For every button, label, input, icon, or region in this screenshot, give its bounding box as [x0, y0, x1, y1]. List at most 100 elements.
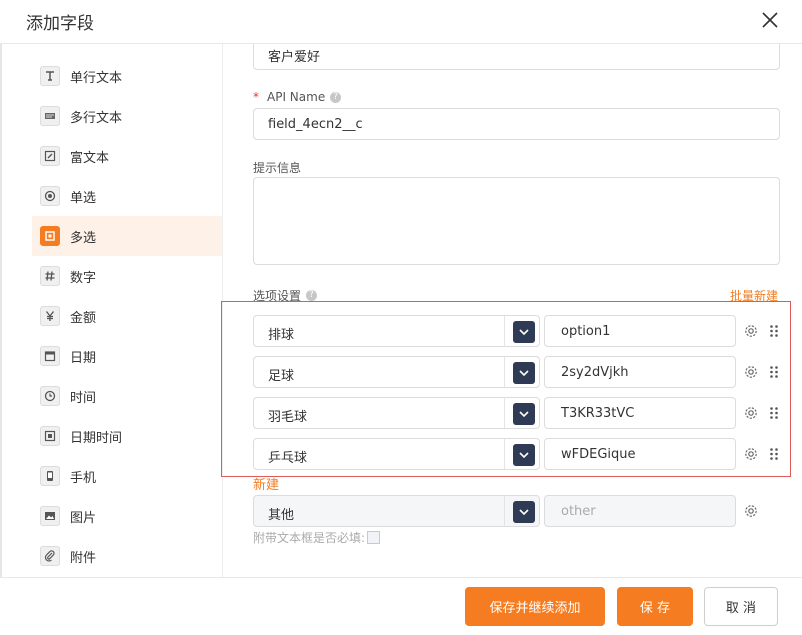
option-settings-button[interactable] — [744, 447, 758, 461]
help-icon[interactable]: ? — [330, 91, 342, 103]
gear-icon — [745, 325, 757, 337]
dialog-left-edge — [0, 44, 2, 577]
attach-required-checkbox[interactable] — [367, 531, 381, 544]
dropdown-button[interactable] — [513, 362, 535, 384]
date-icon — [40, 346, 60, 366]
chevron-down-icon — [519, 452, 529, 459]
sidebar-item-label: 多行文本 — [70, 110, 123, 126]
drag-handle[interactable] — [769, 365, 779, 379]
datetime-icon — [40, 426, 60, 446]
sidebar-item-time[interactable]: 时间 — [32, 376, 222, 416]
option-settings-button[interactable] — [744, 406, 758, 420]
save-and-continue-button[interactable]: 保存并继续添加 — [465, 587, 605, 626]
add-field-dialog: 添加字段 单行文本 多行文本 富文本 单选 多选 数字 金额 日期 时间 日期时… — [0, 0, 802, 635]
dropdown-button[interactable] — [513, 321, 535, 343]
cancel-button[interactable]: 取 消 — [704, 587, 778, 626]
select-separator — [504, 398, 505, 428]
option-value-input[interactable]: option1 — [544, 315, 736, 347]
image-icon — [40, 506, 60, 526]
drag-handle[interactable] — [769, 406, 779, 420]
dialog-footer: 保存并继续添加 保 存 取 消 — [0, 577, 802, 635]
sidebar-item-label: 金额 — [70, 310, 97, 326]
other-label-text: 其他 — [268, 508, 295, 523]
option-value-input[interactable]: wFDEGique — [544, 438, 736, 470]
sidebar-item-currency[interactable]: 金额 — [32, 296, 222, 336]
help-icon[interactable]: ? — [306, 290, 318, 301]
other-option-row: 其他 other — [253, 495, 793, 527]
sidebar-item-label: 附件 — [70, 550, 97, 566]
option-value-input[interactable]: T3KR33tVC — [544, 397, 736, 429]
sidebar-item-image[interactable]: 图片 — [32, 496, 222, 536]
select-separator — [504, 357, 505, 387]
option-row: 羽毛球 T3KR33tVC — [253, 397, 793, 429]
field-name-input[interactable]: 客户爱好 — [253, 44, 780, 70]
drag-handle[interactable] — [769, 324, 779, 338]
hash-icon — [40, 266, 60, 286]
checkbox-icon — [40, 226, 60, 246]
dialog-title: 添加字段 — [26, 14, 94, 34]
option-label-select[interactable]: 足球 — [253, 356, 540, 388]
clock-icon — [40, 386, 60, 406]
sidebar-item-multi-select[interactable]: 多选 — [32, 216, 222, 256]
option-settings-button[interactable] — [744, 324, 758, 338]
option-label-select[interactable]: 羽毛球 — [253, 397, 540, 429]
other-settings-button[interactable] — [744, 504, 758, 518]
phone-icon — [40, 466, 60, 486]
option-label-select[interactable]: 排球 — [253, 315, 540, 347]
sidebar-item-label: 图片 — [70, 510, 97, 526]
close-icon — [762, 12, 778, 28]
attach-required-row: 附带文本框是否必填: — [253, 529, 381, 546]
dropdown-button[interactable] — [513, 403, 535, 425]
other-value-input[interactable]: other — [544, 495, 736, 527]
option-row: 乒乓球 wFDEGique — [253, 438, 793, 470]
hint-label: 提示信息 — [253, 161, 302, 175]
required-mark: * — [253, 90, 259, 104]
sidebar-item-single-line-text[interactable]: 单行文本 — [32, 56, 222, 96]
new-option-link[interactable]: 新建 — [253, 474, 279, 493]
sidebar-item-datetime[interactable]: 日期时间 — [32, 416, 222, 456]
option-label-text: 乒乓球 — [268, 451, 308, 466]
option-settings-button[interactable] — [744, 365, 758, 379]
sidebar-item-label: 数字 — [70, 270, 97, 286]
chevron-down-icon — [519, 329, 529, 336]
dropdown-button[interactable] — [513, 444, 535, 466]
dropdown-button[interactable] — [513, 501, 535, 523]
currency-icon — [40, 306, 60, 326]
attach-required-label: 附带文本框是否必填: — [253, 531, 366, 545]
drag-handle[interactable] — [769, 447, 779, 461]
save-button[interactable]: 保 存 — [617, 587, 693, 626]
chevron-down-icon — [519, 370, 529, 377]
sidebar-item-phone[interactable]: 手机 — [32, 456, 222, 496]
option-value-input[interactable]: 2sy2dVjkh — [544, 356, 736, 388]
option-row: 足球 2sy2dVjkh — [253, 356, 793, 388]
sidebar-item-label: 日期 — [70, 350, 97, 366]
select-separator — [504, 496, 505, 526]
sidebar-item-multi-line-text[interactable]: 多行文本 — [32, 96, 222, 136]
sidebar-item-rich-text[interactable]: 富文本 — [32, 136, 222, 176]
sidebar-item-attachment[interactable]: 附件 — [32, 536, 222, 576]
option-label-select[interactable]: 乒乓球 — [253, 438, 540, 470]
rich-text-icon — [40, 146, 60, 166]
chevron-down-icon — [519, 509, 529, 516]
gear-icon — [745, 407, 757, 419]
api-name-input[interactable]: field_4ecn2__c — [253, 108, 780, 140]
option-label-text: 羽毛球 — [268, 410, 308, 425]
single-line-text-icon — [40, 66, 60, 86]
sidebar-item-label: 单行文本 — [70, 70, 123, 86]
gear-icon — [745, 448, 757, 460]
sidebar-item-label: 单选 — [70, 190, 97, 206]
sidebar-item-label: 富文本 — [70, 150, 110, 166]
sidebar-item-label: 手机 — [70, 470, 97, 486]
option-label-text: 排球 — [268, 328, 295, 343]
api-name-label-text: API Name — [267, 90, 326, 104]
other-label-select[interactable]: 其他 — [253, 495, 540, 527]
api-name-label: * API Name ? — [253, 90, 342, 104]
sidebar-item-radio[interactable]: 单选 — [32, 176, 222, 216]
hint-textarea[interactable] — [253, 177, 780, 265]
close-button[interactable] — [758, 8, 782, 32]
sidebar-item-date[interactable]: 日期 — [32, 336, 222, 376]
sidebar-item-label: 多选 — [70, 230, 97, 246]
field-type-sidebar: 单行文本 多行文本 富文本 单选 多选 数字 金额 日期 时间 日期时间 手机 … — [32, 56, 222, 576]
sidebar-item-number[interactable]: 数字 — [32, 256, 222, 296]
sidebar-item-label: 日期时间 — [70, 430, 123, 446]
